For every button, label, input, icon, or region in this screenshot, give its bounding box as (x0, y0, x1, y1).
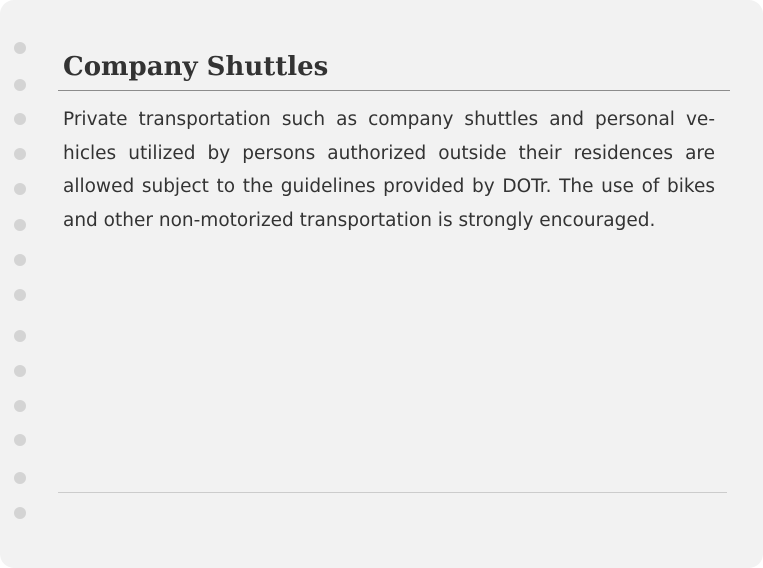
binder-hole (14, 330, 26, 342)
binder-hole (14, 219, 26, 231)
binder-hole (14, 183, 26, 195)
title-divider (58, 90, 730, 91)
section-body: Private transportation such as company s… (63, 109, 715, 231)
bottom-divider (58, 492, 727, 493)
binder-hole (14, 434, 26, 446)
notebook-page: Company Shuttles Private transportation … (0, 0, 763, 568)
binder-hole (14, 113, 26, 125)
binder-hole (14, 400, 26, 412)
binder-hole (14, 365, 26, 377)
binder-hole (14, 42, 26, 54)
section-title: Company Shuttles (63, 52, 329, 82)
binder-hole (14, 79, 26, 91)
binder-holes (14, 0, 28, 568)
binder-hole (14, 148, 26, 160)
binder-hole (14, 289, 26, 301)
binder-hole (14, 507, 26, 519)
binder-hole (14, 472, 26, 484)
binder-hole (14, 254, 26, 266)
